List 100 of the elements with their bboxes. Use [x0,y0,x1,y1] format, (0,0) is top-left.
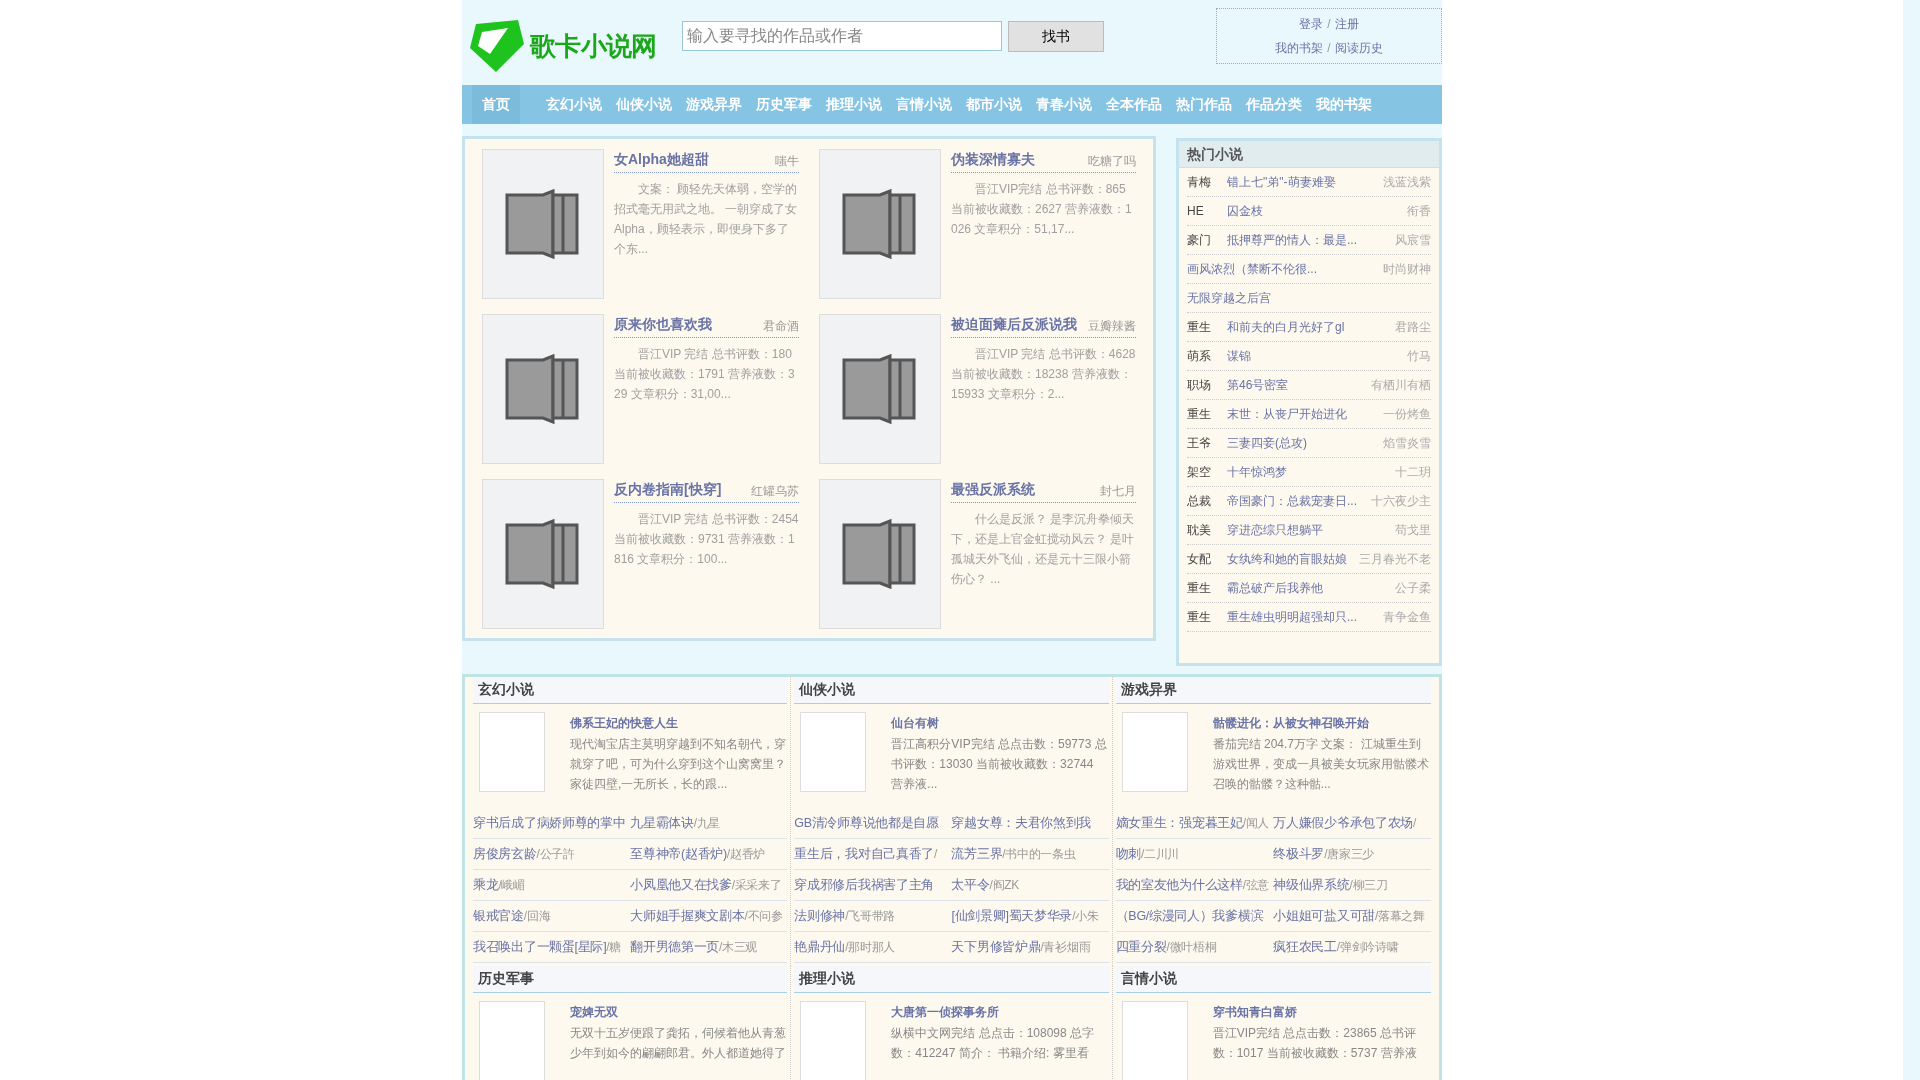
book-title[interactable]: 女纨绔和她的盲眼姑娘 [1227,549,1347,569]
author-name: 有栖川有栖 [1370,377,1431,394]
book-title[interactable]: 嫡女重生：强宠暮王妃 [1115,813,1243,833]
book-title[interactable]: GB清冷师尊说他都是自愿 [794,813,939,833]
book-icon [842,354,918,424]
book-title[interactable]: 骷髅进化：从被女神召唤开始 [1212,714,1431,732]
author-name: /唐家三少 [1324,846,1374,863]
genre-tag: 职场 [1187,375,1227,395]
book-title[interactable]: 末世：从丧尸开始进化 [1227,404,1347,424]
author-name: 竹马 [1406,348,1431,365]
user-link[interactable]: 我的书架 [1275,39,1324,57]
book-title[interactable]: 重生后，我对自己真香了 [794,844,935,864]
author-name: / [934,846,938,863]
book-title[interactable]: 九星霸体诀 [630,813,694,833]
book-title[interactable]: 霸总破产后我养他 [1227,578,1323,598]
book-title[interactable]: [仙剑景卿]蜀天梦华录 [951,906,1073,926]
author-name: / [1413,815,1417,832]
book-title[interactable]: 三妻四妾(总攻) [1227,433,1307,453]
book-title[interactable]: 佛系王妃的快意人生 [570,714,788,732]
genre-tag: 耽美 [1187,520,1227,540]
author-name: 十二玥 [1394,464,1431,481]
genre-tag: 重生 [1187,317,1227,337]
book-title[interactable]: 至尊神帝(赵香炉) [630,844,727,864]
book-title[interactable]: 穿进恋综只想躺平 [1227,520,1323,540]
book-title[interactable]: 终极斗罗 [1273,844,1325,864]
author-name: /糖 [606,939,622,956]
author-name: 三月春光不老 [1358,551,1431,568]
book-cover[interactable] [819,149,941,299]
author-name: /回海 [523,908,551,925]
book-title[interactable]: 无限穿越之后宫 [1187,288,1271,308]
genre-tag: 女配 [1187,549,1227,569]
search-field[interactable]: 输入要寻找的作品或作者 [682,21,1002,51]
book-title[interactable]: 银戒官途 [473,906,524,926]
author-name: /闻人 [1242,815,1270,832]
author-name: /赵香炉 [726,846,765,863]
book-cover[interactable] [819,314,941,464]
book-title[interactable]: 神级仙界系统 [1273,875,1350,895]
panel-title: 热门小说 [1179,141,1439,168]
author-name: /弹剑吟诗啸 [1336,939,1399,956]
book-title[interactable]: 帝国豪门：总裁宠妻日... [1227,491,1357,511]
book-title[interactable]: 我的室友他为什么这样 [1115,875,1243,895]
book-title[interactable]: 被迫面瘫后反派说我 [951,314,1077,335]
book-title[interactable]: 四重分裂 [1115,937,1167,957]
author-name: /弦意 [1242,877,1270,894]
book-title[interactable]: 我召唤出了一颗蛋[星际] [473,937,607,957]
book-title[interactable]: 天下男修皆炉鼎 [951,937,1041,957]
book-description: 番茄完结 204.7万字 文案： 江城重生到游戏世界，变成一具被美女玩家用骷髅术召唤的骷髅？这种骷... [1212,736,1430,793]
book-title[interactable]: 小凤凰他又在找爹 [630,875,732,895]
user-link[interactable]: 阅读历史 [1334,39,1383,57]
book-title[interactable]: 原来你也喜欢我 [614,314,712,335]
genre-tag: 萌系 [1187,346,1227,366]
book-title[interactable]: 第46号密室 [1227,375,1289,395]
genre-tag: 架空 [1187,462,1227,482]
author-name: 青争金鱼 [1382,609,1431,626]
book-cover[interactable] [482,314,604,464]
site-logo[interactable]: 歌卡小说网 [530,26,657,66]
book-title[interactable]: 太平令 [951,875,990,895]
genre-tag: 豪门 [1187,230,1227,250]
book-title[interactable]: 流芳三界 [951,844,1003,864]
book-title[interactable]: 囚金枝 [1227,201,1263,221]
book-title[interactable]: 最强反派系统 [951,479,1035,500]
book-title[interactable]: 大唐第一侦探事务所 [891,1003,1109,1021]
book-title[interactable]: 大师姐手握爽文剧本 [630,906,745,926]
book-cover[interactable] [482,479,604,629]
book-title[interactable]: 抵押尊严的情人：最是... [1227,230,1357,250]
section-title: 玄幻小说 [473,677,788,704]
genre-tag: 重生 [1187,578,1227,598]
book-title[interactable]: 反内卷指南[快穿] [614,479,722,500]
book-title[interactable]: （BG/综漫同人）我爹横滨 [1115,906,1264,926]
book-title[interactable]: 重生雄虫明明超强却只... [1227,607,1357,627]
logo-icon [468,18,526,74]
book-title[interactable]: 十年惊鸿梦 [1227,462,1287,482]
book-title[interactable]: 穿书知青白富娇 [1212,1003,1431,1021]
book-title[interactable]: 翻开男德第一页 [630,937,720,957]
book-icon [842,519,918,589]
book-title[interactable]: 和前夫的白月光好了gl [1227,317,1345,337]
book-title[interactable]: 画风浓烈（禁断不伦很... [1187,259,1317,279]
book-title[interactable]: 宠婢无双 [570,1003,788,1021]
book-title[interactable]: 房俊房玄龄 [473,844,537,864]
book-title[interactable]: 伪装深情寡夫 [951,149,1035,170]
book-cover[interactable] [482,149,604,299]
book-title[interactable]: 谋锦 [1227,346,1251,366]
book-title[interactable]: 小姐姐可盐又可甜 [1273,906,1375,926]
book-title[interactable]: 疯狂农民工 [1273,937,1337,957]
book-title[interactable]: 女Alpha她超甜 [614,149,709,170]
book-title[interactable]: 万人嫌假少爷承包了农场 [1273,813,1414,833]
book-title[interactable]: 穿书后成了病娇师尊的掌中 [473,813,626,833]
book-title[interactable]: 穿成邪修后我祸害了主角 [794,875,935,895]
user-link[interactable]: 注册 [1334,15,1359,33]
search-button[interactable]: 找书 [1008,21,1104,52]
user-link[interactable]: 登录 [1299,15,1324,33]
book-cover[interactable] [819,479,941,629]
book-title[interactable]: 法则修神 [794,906,846,926]
book-title[interactable]: 吻刺 [1115,844,1142,864]
book-description: 晋江VIP 完结 总书评数：4628 当前被收藏数：18238 营养液数：15933 文章积分：2... [951,346,1136,403]
book-title[interactable]: 穿越女尊：夫君你煞到我 [951,813,1092,833]
book-title[interactable]: 错上七"弟"-萌妻难娶 [1227,172,1336,192]
book-title[interactable]: 乘龙 [473,875,499,895]
book-title[interactable]: 艳鼎丹仙 [794,937,846,957]
book-title[interactable]: 仙台有树 [891,714,1109,732]
